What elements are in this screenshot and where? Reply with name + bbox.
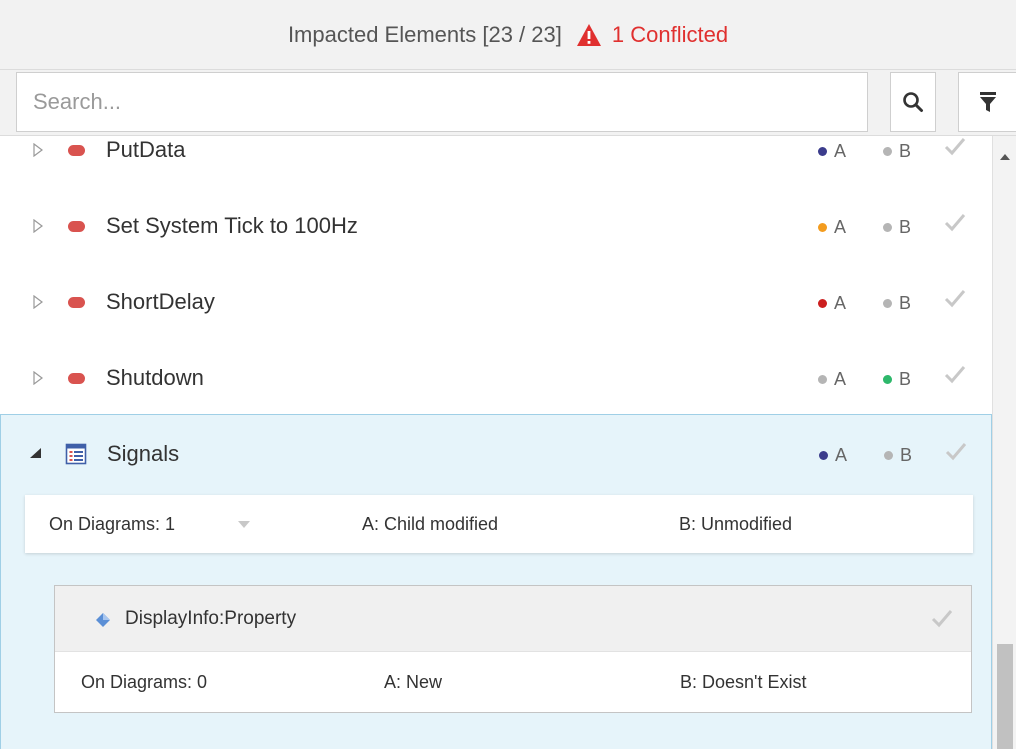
child-header[interactable]: DisplayInfo:Property [55,586,971,652]
expand-arrow-icon[interactable] [33,371,43,385]
list-item-shutdown[interactable]: Shutdown A B [0,340,990,417]
badge-a-label: A [835,445,848,465]
signals-detail-bar: On Diagrams: 1 A: Child modified B: Unmo… [25,495,973,553]
badge-b: B [883,369,911,390]
list-item-shortdelay[interactable]: ShortDelay A B [0,264,990,341]
search-icon [903,92,923,112]
status-dot-icon [818,375,827,384]
badge-b-label: B [899,369,912,389]
checkmark-icon[interactable] [944,288,966,308]
conflict-indicator[interactable]: 1 Conflicted [576,22,728,48]
property-diamond-icon [96,613,110,627]
warning-icon [576,23,601,46]
status-dot-icon [884,451,893,460]
operation-icon [68,221,85,232]
child-item-displayinfo[interactable]: DisplayInfo:Property On Diagrams: 0 A: N… [54,585,972,713]
checkmark-icon[interactable] [945,441,967,461]
badge-b: B [884,445,912,466]
b-status: B: Unmodified [679,514,793,534]
item-label: Set System Tick to 100Hz [106,213,358,238]
operation-icon [68,373,85,384]
child-label: DisplayInfo:Property [125,608,297,629]
checkmark-icon[interactable] [944,136,966,156]
badge-a: A [818,369,846,390]
child-b-status: B: Doesn't Exist [680,672,807,692]
badge-b: B [883,293,911,314]
filter-icon [979,92,996,112]
search-toolbar [0,70,1016,136]
status-dot-icon [883,147,892,156]
badge-a: A [819,445,847,466]
list-item-signals-expanded[interactable]: Signals A B On Diagrams: 1 A: Child modi… [0,414,992,749]
child-a-status: A: New [384,672,443,692]
vertical-scrollbar[interactable] [992,136,1016,749]
badge-b: B [883,217,911,238]
header-title: Impacted Elements [23 / 23] [287,21,562,47]
item-label: Shutdown [106,365,204,390]
badge-b-label: B [899,141,912,161]
badge-a-label: A [834,141,847,161]
item-label: PutData [106,137,186,162]
badge-b-label: B [899,217,912,237]
search-input[interactable] [16,72,868,132]
badge-b-label: B [900,445,913,465]
status-dot-icon [883,299,892,308]
status-dot-icon [818,147,827,156]
search-button[interactable] [890,72,936,132]
expand-arrow-icon[interactable] [33,219,43,233]
badge-a: A [818,293,846,314]
impacted-elements-header: Impacted Elements [23 / 23] 1 Conflicted [0,0,1016,70]
status-dot-icon [818,223,827,232]
badge-a: A [818,217,846,238]
a-status: A: Child modified [362,514,499,534]
badge-b: B [883,141,911,162]
checkmark-icon[interactable] [944,212,966,232]
collapse-arrow-icon[interactable] [29,447,42,459]
status-dot-icon [883,375,892,384]
badge-a-label: A [834,217,847,237]
checkmark-icon[interactable] [944,364,966,384]
scroll-up-arrow-icon[interactable] [1000,154,1010,160]
child-on-diagrams: On Diagrams: 0 [81,672,208,692]
expand-arrow-icon[interactable] [33,143,43,157]
badge-a-label: A [834,293,847,313]
on-diagrams-dropdown[interactable]: On Diagrams: 1 [49,514,175,535]
badge-b-label: B [899,293,912,313]
operation-icon [68,145,85,156]
chevron-down-icon[interactable] [238,521,250,528]
scrollbar-thumb[interactable] [997,644,1013,749]
signals-header[interactable]: Signals A B [1,415,991,493]
filter-button[interactable] [958,72,1016,132]
expand-arrow-icon[interactable] [33,295,43,309]
checkmark-icon[interactable] [931,608,953,628]
signals-document-icon [65,443,87,465]
list-item-set-system-tick[interactable]: Set System Tick to 100Hz A B [0,188,990,265]
list-item-putdata[interactable]: PutData A B [0,136,990,189]
item-label: ShortDelay [106,289,215,314]
status-dot-icon [883,223,892,232]
badge-a-label: A [834,369,847,389]
status-dot-icon [818,299,827,308]
operation-icon [68,297,85,308]
conflict-label: 1 Conflicted [611,21,729,47]
status-dot-icon [819,451,828,460]
signals-label: Signals [107,441,180,466]
badge-a: A [818,141,846,162]
